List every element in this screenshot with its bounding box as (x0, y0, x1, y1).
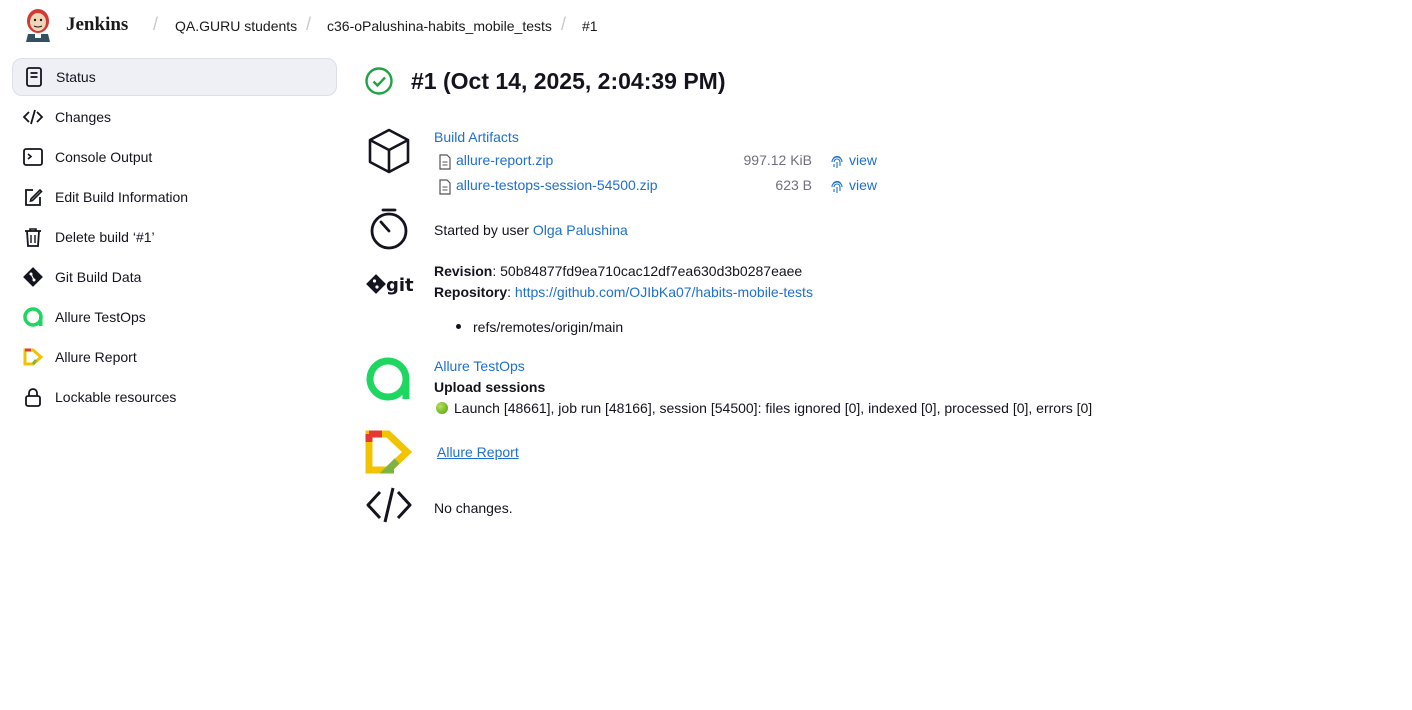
bullet (456, 324, 461, 329)
git-icon (23, 267, 43, 287)
sidebar-item-edit-build-information[interactable]: Edit Build Information (12, 178, 337, 216)
breadcrumb-separator: / (306, 14, 312, 34)
artifact-size: 997.12 KiB (743, 152, 813, 168)
allure-testops-icon (23, 307, 43, 327)
branch-name: refs/remotes/origin/main (473, 319, 624, 335)
terminal-icon (23, 148, 43, 166)
sidebar-item-changes[interactable]: Changes (12, 98, 337, 136)
sidebar-item-label: Allure TestOps (55, 309, 146, 325)
allure-testops-logo (366, 357, 410, 401)
jenkins-butler-icon (26, 9, 50, 42)
artifact-size: 623 B (775, 177, 812, 193)
package-icon (368, 128, 410, 174)
started-by-text: Started by user Olga Palushina (434, 222, 628, 238)
svg-text:git: git (386, 275, 414, 296)
sidebar-item-label: Git Build Data (55, 269, 142, 285)
sidebar-item-label: Delete build ‘#1’ (55, 229, 155, 245)
brand-name[interactable]: Jenkins (66, 14, 128, 36)
jenkins-logo[interactable] (24, 8, 52, 42)
sidebar-item-git-build-data[interactable]: Git Build Data (12, 258, 337, 296)
sidebar-item-label: Console Output (55, 149, 153, 165)
upload-session-text: Launch [48661], job run [48166], session… (454, 400, 1093, 416)
sidebar-item-label: Edit Build Information (55, 189, 189, 205)
edit-icon (25, 188, 43, 206)
upload-session-row: Launch [48661], job run [48166], session… (436, 400, 1092, 416)
artifact-link[interactable]: allure-report.zip (456, 152, 553, 168)
sidebar-item-delete-build[interactable]: Delete build ‘#1’ (12, 218, 337, 256)
artifact-view-link[interactable]: view (849, 177, 877, 193)
build-artifacts-link[interactable]: Build Artifacts (434, 129, 519, 145)
artifact-row: allure-report.zip 997.12 KiB view (438, 152, 877, 172)
repository-line: Repository: https://github.com/OJIbKa07/… (434, 284, 813, 300)
revision-hash: 50b84877fd9ea710cac12df7ea630d3b0287eaee (500, 263, 803, 279)
allure-report-logo (365, 430, 413, 474)
status-icon (26, 67, 42, 87)
artifact-row: allure-testops-session-54500.zip 623 B v… (438, 177, 877, 197)
breadcrumb-separator: / (153, 14, 159, 34)
allure-report-link[interactable]: Allure Report (437, 444, 519, 460)
breadcrumb-build[interactable]: #1 (582, 18, 598, 34)
revision-line: Revision: 50b84877fd9ea710cac12df7ea630d… (434, 263, 803, 279)
breadcrumb-folder[interactable]: QA.GURU students (175, 18, 297, 34)
sidebar-item-label: Status (56, 69, 96, 85)
breadcrumb-job[interactable]: c36-oPalushina-habits_mobile_tests (327, 18, 552, 34)
git-logo-icon: git (366, 274, 414, 296)
sidebar-item-lockable-resources[interactable]: Lockable resources (12, 378, 337, 416)
file-icon (439, 179, 451, 195)
code-icon (366, 487, 412, 523)
code-icon (22, 109, 44, 125)
no-changes-text: No changes. (434, 500, 513, 516)
upload-sessions-heading: Upload sessions (434, 379, 546, 395)
branch-list-item: refs/remotes/origin/main (456, 319, 623, 335)
sidebar: Status Changes Console Output Edit Build… (12, 58, 337, 418)
sidebar-item-label: Lockable resources (55, 389, 177, 405)
sidebar-item-label: Allure Report (55, 349, 137, 365)
sidebar-item-status[interactable]: Status (12, 58, 337, 96)
file-icon (439, 154, 451, 170)
repository-link[interactable]: https://github.com/OJIbKa07/habits-mobil… (515, 284, 813, 300)
user-link[interactable]: Olga Palushina (533, 222, 628, 238)
sidebar-item-console-output[interactable]: Console Output (12, 138, 337, 176)
revision-label: Revision (434, 263, 493, 279)
success-check-icon (365, 67, 393, 95)
sidebar-item-allure-report[interactable]: Allure Report (12, 338, 337, 376)
allure-testops-link[interactable]: Allure TestOps (434, 358, 525, 374)
sidebar-item-allure-testops[interactable]: Allure TestOps (12, 298, 337, 336)
page-title: #1 (Oct 14, 2025, 2:04:39 PM) (411, 68, 726, 94)
sidebar-item-label: Changes (55, 109, 112, 125)
status-ball-icon (436, 402, 448, 414)
breadcrumb-separator: / (561, 14, 567, 34)
lock-icon (25, 388, 41, 407)
repository-label: Repository (434, 284, 508, 300)
timer-icon (370, 208, 408, 250)
top-bar: Jenkins / QA.GURU students / c36-oPalush… (0, 0, 1412, 52)
artifact-view-link[interactable]: view (849, 152, 877, 168)
started-by-prefix: Started by user (434, 222, 529, 238)
trash-icon (25, 228, 41, 247)
artifact-link[interactable]: allure-testops-session-54500.zip (456, 177, 658, 193)
fingerprint-icon[interactable] (830, 154, 844, 170)
allure-report-icon (23, 348, 44, 366)
fingerprint-icon[interactable] (830, 179, 844, 195)
